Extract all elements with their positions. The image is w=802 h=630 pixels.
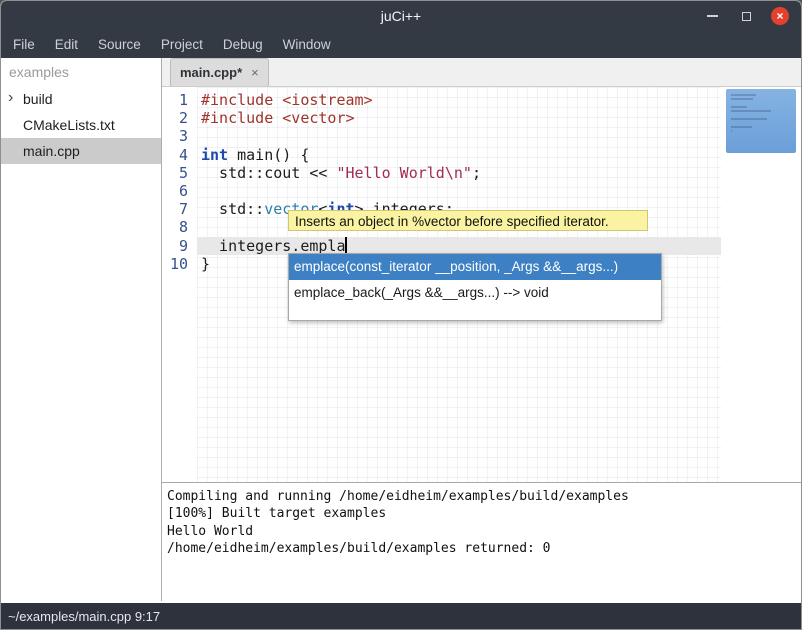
code-token: #include	[201, 91, 273, 109]
window-title: juCi++	[1, 1, 801, 31]
status-file-position: ~/examples/main.cpp 9:17	[8, 609, 160, 624]
completion-item[interactable]: emplace(const_iterator __position, _Args…	[289, 254, 661, 280]
doc-tooltip: Inserts an object in %vector before spec…	[288, 210, 648, 231]
minimap-line-mark	[731, 130, 732, 132]
menu-item-edit[interactable]: Edit	[45, 31, 88, 58]
tab-close-icon[interactable]: ×	[251, 65, 259, 80]
file-list: › build CMakeLists.txt main.cpp	[1, 86, 161, 164]
code-token: #include	[201, 109, 273, 127]
minimap-line-mark	[731, 98, 753, 100]
close-icon: ×	[776, 9, 783, 23]
line-number: 3	[162, 127, 197, 145]
sidebar-item-main-cpp[interactable]: main.cpp	[1, 138, 161, 164]
code-line-6[interactable]	[197, 182, 724, 200]
menu-item-window[interactable]: Window	[273, 31, 341, 58]
menu-item-source[interactable]: Source	[88, 31, 151, 58]
close-button[interactable]: ×	[771, 7, 789, 25]
minimap-line-mark	[731, 126, 752, 128]
tab-main-cpp-[interactable]: main.cpp* ×	[170, 58, 269, 86]
file-label: CMakeLists.txt	[23, 117, 115, 133]
code-token: }	[201, 255, 210, 273]
code-line-1[interactable]: #include <iostream>	[197, 91, 724, 109]
completion-item[interactable]: emplace_back(_Args &&__args...) --> void	[289, 280, 661, 306]
minimap-marks	[731, 94, 771, 134]
window-controls: ×	[703, 1, 789, 31]
line-number: 7	[162, 200, 197, 218]
terminal-line: Compiling and running /home/eidheim/exam…	[167, 488, 801, 505]
restore-icon	[742, 12, 751, 21]
line-number: 2	[162, 109, 197, 127]
minimap-line-mark	[731, 106, 747, 108]
text-cursor	[345, 237, 347, 254]
code-token: ;	[472, 164, 481, 182]
line-number: 5	[162, 164, 197, 182]
menu-item-project[interactable]: Project	[151, 31, 213, 58]
terminal-line: Hello World	[167, 523, 801, 540]
line-number: 4	[162, 146, 197, 164]
line-number: 10	[162, 255, 197, 273]
file-explorer: examples › build CMakeLists.txt main.cpp	[1, 58, 162, 601]
minimize-icon	[707, 15, 718, 17]
code-line-3[interactable]	[197, 127, 724, 145]
titlebar[interactable]: juCi++ ×	[1, 1, 801, 31]
code-token: std::	[201, 200, 264, 218]
code-token: "Hello World\n"	[336, 164, 471, 182]
code-token	[273, 91, 282, 109]
minimap-line-mark	[731, 118, 767, 120]
code-token: integers.empla	[201, 237, 346, 255]
code-token: int	[201, 146, 228, 164]
minimap-line-mark	[731, 110, 771, 112]
line-number: 9	[162, 237, 197, 255]
sidebar-item-cmakelists-txt[interactable]: CMakeLists.txt	[1, 112, 161, 138]
project-root-label: examples	[1, 58, 161, 86]
menu-item-debug[interactable]: Debug	[213, 31, 273, 58]
menu-item-file[interactable]: File	[3, 31, 45, 58]
file-label: build	[23, 91, 53, 107]
minimap[interactable]	[721, 87, 801, 482]
code-token: <vector>	[282, 109, 354, 127]
restore-button[interactable]	[737, 7, 755, 25]
line-number: 1	[162, 91, 197, 109]
chevron-right-icon[interactable]: ›	[8, 85, 13, 111]
minimize-button[interactable]	[703, 7, 721, 25]
terminal-line: /home/eidheim/examples/build/examples re…	[167, 540, 801, 557]
sidebar-item-build[interactable]: › build	[1, 86, 161, 112]
line-number-gutter: 12345678910	[162, 91, 197, 273]
tabbar: main.cpp* ×	[162, 58, 801, 87]
code-token: main() {	[228, 146, 309, 164]
code-token	[273, 109, 282, 127]
code-line-5[interactable]: std::cout << "Hello World\n";	[197, 164, 724, 182]
code-token: std::cout <<	[201, 164, 336, 182]
terminal-line: [100%] Built target examples	[167, 505, 801, 522]
statusbar: ~/examples/main.cpp 9:17	[1, 603, 801, 630]
code-line-9[interactable]: integers.empla	[197, 237, 724, 255]
menubar: FileEditSourceProjectDebugWindow	[1, 31, 801, 58]
build-output-panel[interactable]: Compiling and running /home/eidheim/exam…	[162, 482, 801, 603]
code-line-4[interactable]: int main() {	[197, 146, 724, 164]
code-line-2[interactable]: #include <vector>	[197, 109, 724, 127]
line-number: 8	[162, 218, 197, 236]
completion-popup: emplace(const_iterator __position, _Args…	[288, 253, 662, 321]
file-label: main.cpp	[23, 143, 80, 159]
tab-label: main.cpp*	[180, 65, 242, 80]
code-editor[interactable]: 12345678910 #include <iostream>#include …	[162, 87, 801, 482]
minimap-line-mark	[731, 94, 756, 96]
line-number: 6	[162, 182, 197, 200]
code-token: <iostream>	[282, 91, 372, 109]
app-window: juCi++ × FileEditSourceProjectDebugWindo…	[0, 0, 802, 630]
